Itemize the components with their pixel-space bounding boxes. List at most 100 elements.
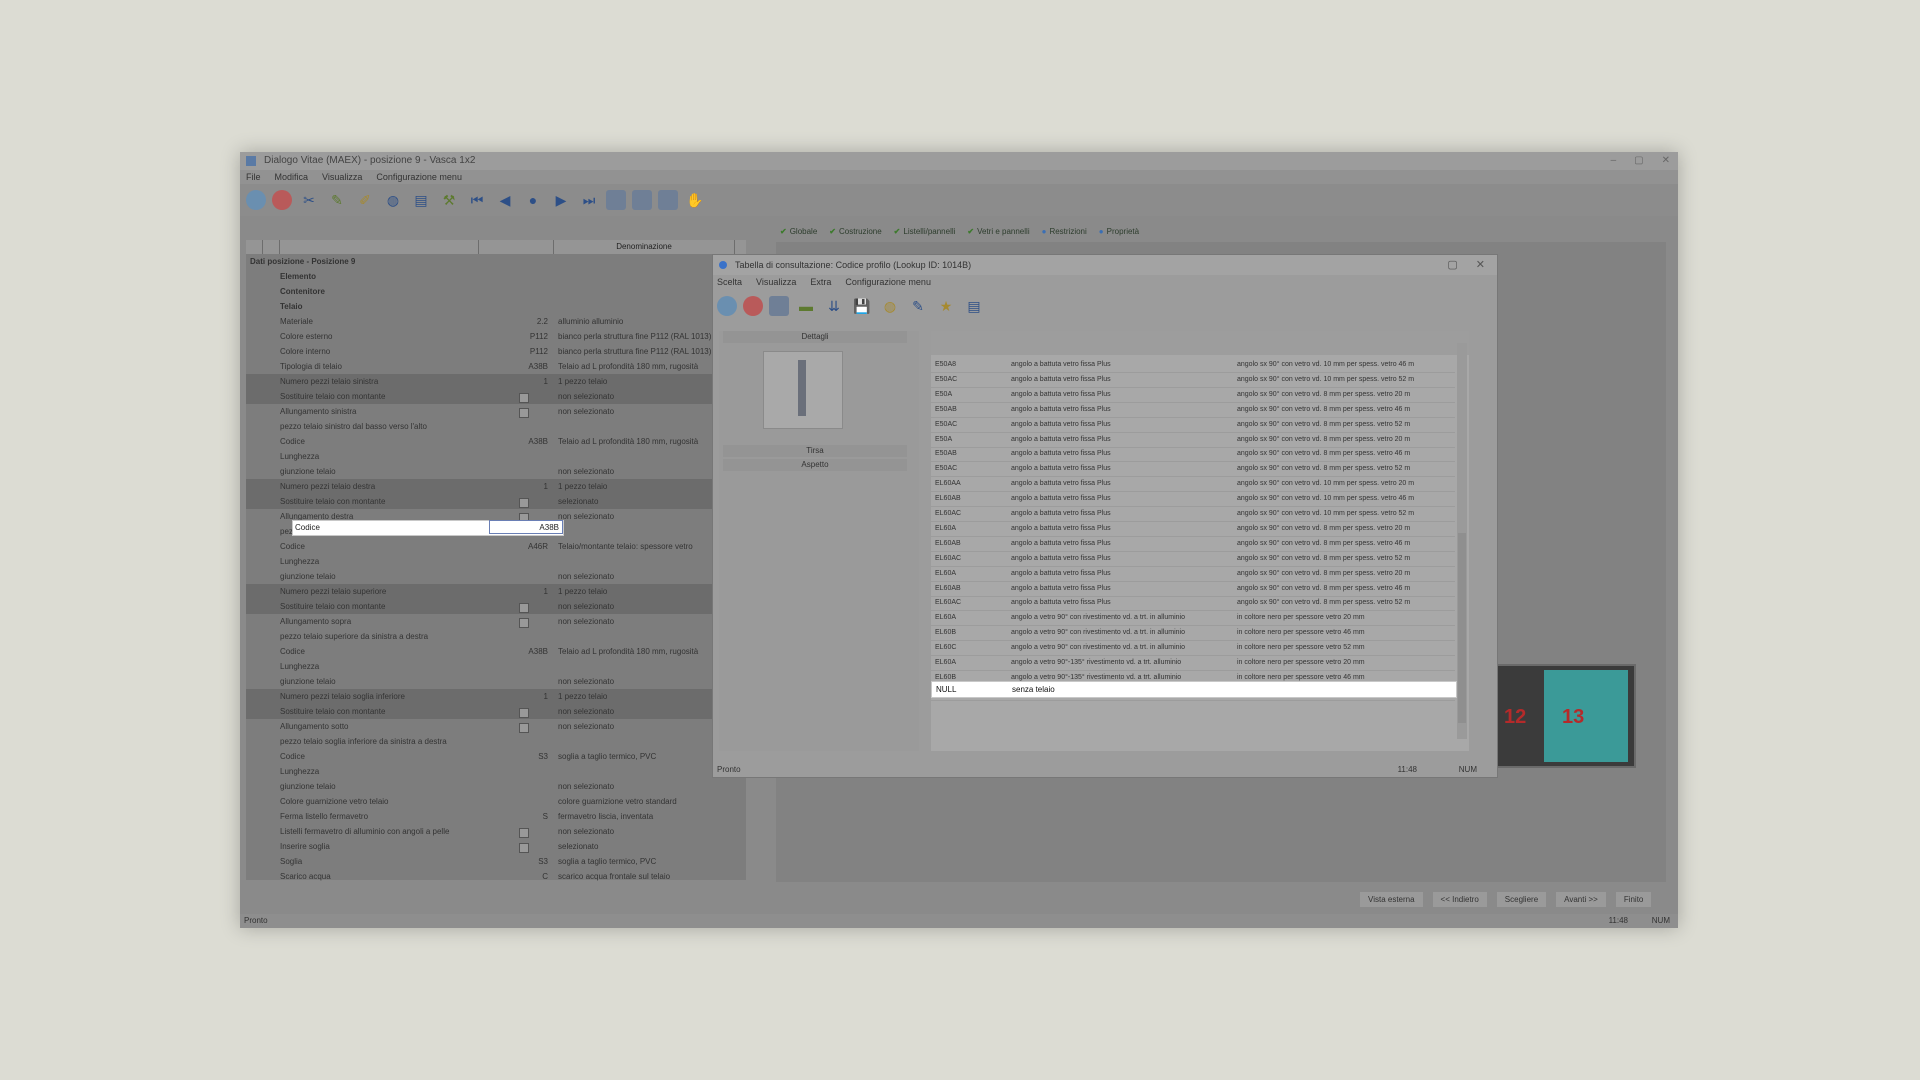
menu-visualizza[interactable]: Visualizza [322, 170, 362, 184]
property-row[interactable]: Ferma listello fermavetro Sfermavetro lis… [246, 809, 746, 824]
selected-codice-value[interactable]: A38B [489, 520, 563, 534]
dialog-menu-extra[interactable]: Extra [810, 275, 831, 289]
brush-icon[interactable]: ✐ [354, 189, 376, 211]
tab-2[interactable]: ✔ Listelli/pannelli [894, 227, 956, 236]
property-row[interactable]: Contenitore [246, 284, 746, 299]
dialog-tool-icon[interactable]: ✎ [907, 295, 929, 317]
property-row[interactable]: Colore interno P112 bianco perla struttura… [246, 344, 746, 359]
next-icon[interactable]: ▶ [550, 189, 572, 211]
tools-icon[interactable]: ⚒ [438, 189, 460, 211]
property-row[interactable]: Allungamento sopra non selezionato [246, 614, 746, 629]
table-row[interactable]: E50AB angolo a battuta vetro fissa Plus an… [931, 446, 1455, 463]
menu-configurazione[interactable]: Configurazione menu [376, 170, 462, 184]
property-row[interactable]: Telaio [246, 299, 746, 314]
property-checkbox[interactable] [519, 708, 529, 718]
property-value[interactable]: 1 [486, 479, 548, 494]
property-row[interactable]: Lunghezza [246, 449, 746, 464]
tab-4[interactable]: ● Restrizioni [1042, 227, 1087, 236]
table-row[interactable]: EL60AC angolo a battuta vetro fissa Plus a… [931, 595, 1455, 612]
close-icon[interactable]: ✕ [1662, 152, 1670, 170]
property-value[interactable]: P112 [486, 344, 548, 359]
property-value[interactable]: 1 [486, 374, 548, 389]
property-row[interactable]: pezzo telaio soglia inferiore da sinistr… [246, 734, 746, 749]
property-row[interactable]: Scarico acqua Cscarico acqua frontale sul… [246, 869, 746, 884]
property-row[interactable]: Numero pezzi telaio destra 1 1 pezzo telai… [246, 479, 746, 494]
property-value[interactable]: A38B [486, 644, 548, 659]
table-row[interactable]: EL60A angolo a vetro 90° con rivestimento… [931, 610, 1455, 627]
property-row[interactable]: Colore esterno P112 bianco perla struttura… [246, 329, 746, 344]
table-row[interactable]: E50AB angolo a battuta vetro fissa Plus an… [931, 402, 1455, 418]
previous-icon[interactable]: ◀ [494, 189, 516, 211]
table-row[interactable]: E50A8 angolo a battuta vetro fissa Plus an… [931, 357, 1455, 373]
table-row[interactable]: E50A angolo a battuta vetro fissa Plus ang… [931, 432, 1455, 448]
cancel-icon[interactable] [272, 190, 292, 210]
finish-button[interactable]: Finito [1615, 892, 1652, 907]
maximize-icon[interactable]: ▢ [1634, 152, 1643, 170]
menu-modifica[interactable]: Modifica [275, 170, 309, 184]
property-row[interactable]: Sostituire telaio con montante non selezi… [246, 599, 746, 614]
back-button[interactable]: << Indietro [1432, 892, 1487, 907]
property-row[interactable]: giunzione telaio non selezionato [246, 569, 746, 584]
dialog-image-icon[interactable]: ▬ [795, 295, 817, 317]
dialog-menu-scelta[interactable]: Scelta [717, 275, 742, 289]
scissors-icon[interactable]: ✂ [298, 189, 320, 211]
tab-5[interactable]: ● Proprietà [1099, 227, 1139, 236]
table-row[interactable]: EL60AC angolo a battuta vetro fissa Plus a… [931, 506, 1455, 522]
tab-3[interactable]: ✔ Vetri e pannelli [967, 227, 1029, 236]
dialog-maximize-icon[interactable]: ▢ [1447, 255, 1457, 275]
tab-0[interactable]: ✔ Globale [780, 227, 817, 236]
property-row[interactable]: giunzione telaio non selezionato [246, 674, 746, 689]
dialog-ok-icon[interactable] [717, 296, 737, 316]
property-checkbox[interactable] [519, 393, 529, 403]
property-row[interactable]: Colore guarnizione vetro telaio colore gu… [246, 794, 746, 809]
property-checkbox[interactable] [519, 723, 529, 733]
table-row[interactable]: EL60C angolo a vetro 90° con rivestimento… [931, 640, 1455, 657]
first-icon[interactable]: ⏮ [466, 189, 488, 211]
property-row[interactable]: Allungamento sotto non selezionato [246, 719, 746, 734]
table-row[interactable]: EL60A angolo a battuta vetro fissa Plus an… [931, 521, 1455, 537]
table-row[interactable]: EL60B angolo a vetro 90° con rivestimento… [931, 625, 1455, 642]
property-row[interactable]: Listelli fermavetro di alluminio con ang… [246, 824, 746, 839]
dialog-globe-icon[interactable]: ◍ [879, 295, 901, 317]
selected-codice-row[interactable]: Codice A38B [292, 520, 564, 536]
table-row[interactable]: E50A angolo a battuta vetro fissa Plus ang… [931, 387, 1455, 403]
property-checkbox[interactable] [519, 498, 529, 508]
property-row[interactable]: Tipologia di telaio A38B Telaio ad L profo… [246, 359, 746, 374]
grid-view-icon[interactable] [606, 190, 626, 210]
minimize-icon[interactable]: – [1611, 152, 1617, 170]
tab-1[interactable]: ✔ Costruzione [829, 227, 881, 236]
dialog-sort-icon[interactable]: ⇊ [823, 295, 845, 317]
property-checkbox[interactable] [519, 843, 529, 853]
property-value[interactable]: A46R [486, 539, 548, 554]
property-row[interactable]: Materiale 2.2 alluminio alluminio [246, 314, 746, 329]
table-row[interactable]: E50AC angolo a battuta vetro fissa Plus an… [931, 417, 1455, 433]
property-row[interactable]: Lunghezza [246, 554, 746, 569]
table-row[interactable]: EL60AB angolo a battuta vetro fissa Plus a… [931, 581, 1455, 597]
property-row[interactable]: giunzione telaio non selezionato [246, 464, 746, 479]
dialog-menu-visualizza[interactable]: Visualizza [756, 275, 796, 289]
property-row[interactable]: Lunghezza [246, 764, 746, 779]
help-icon[interactable]: ✋ [684, 189, 706, 211]
table-row[interactable]: EL60AB angolo a battuta vetro fissa Plus a… [931, 491, 1455, 508]
property-row[interactable]: Codice S3 soglia a taglio termico, PVC [246, 749, 746, 764]
property-row[interactable]: Codice A46R Telaio/montante telaio: spesso… [246, 539, 746, 554]
property-row[interactable]: Sostituire telaio con montante selezionat… [246, 494, 746, 509]
property-row[interactable]: Numero pezzi telaio superiore 1 1 pezzo te… [246, 584, 746, 599]
pencil-icon[interactable]: ✎ [326, 189, 348, 211]
property-checkbox[interactable] [519, 618, 529, 628]
dialog-save-icon[interactable]: 💾 [851, 295, 873, 317]
window-view-icon[interactable] [658, 190, 678, 210]
property-value[interactable]: S [486, 809, 548, 824]
dialog-close-icon[interactable]: ✕ [1476, 255, 1485, 275]
table-row[interactable]: EL60AB angolo a battuta vetro fissa Plus a… [931, 536, 1455, 552]
property-row[interactable]: Sostituire telaio con montante non selezi… [246, 389, 746, 404]
property-row[interactable]: Numero pezzi telaio soglia inferiore 1 1 p… [246, 689, 746, 704]
table-row[interactable]: E50AC angolo a battuta vetro fissa Plus an… [931, 461, 1455, 478]
tipo-row[interactable]: Tirsa [723, 445, 907, 457]
selected-table-row[interactable]: NULL senza telaio [931, 681, 1457, 698]
forward-button[interactable]: Avanti >> [1556, 892, 1606, 907]
property-value[interactable]: C [486, 869, 548, 884]
table-scrollbar[interactable] [1457, 343, 1467, 739]
property-value[interactable]: A38B [486, 359, 548, 374]
property-row[interactable]: Lunghezza [246, 659, 746, 674]
